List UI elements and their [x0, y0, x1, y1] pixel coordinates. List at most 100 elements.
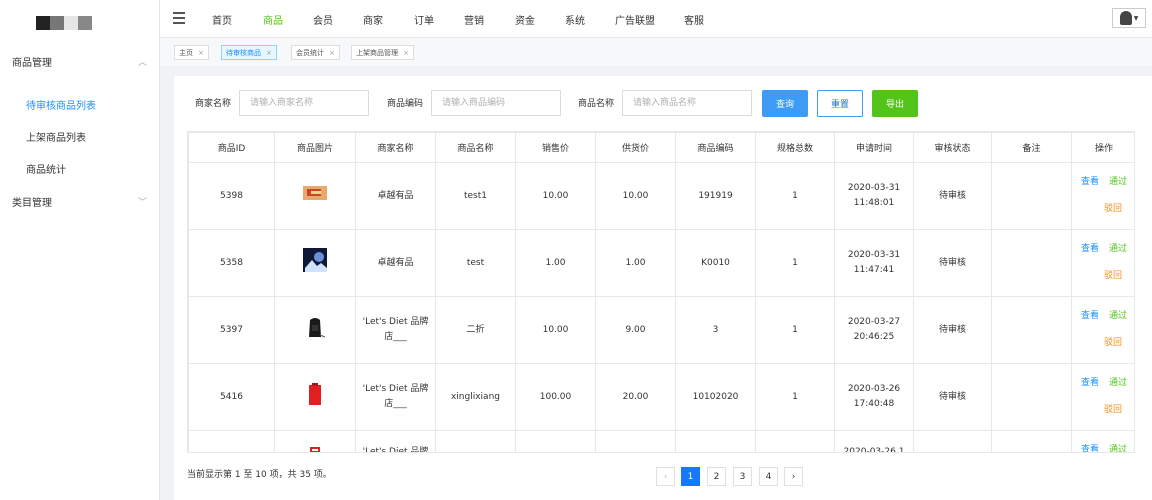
cell-image — [274, 162, 356, 230]
merchant-name-input[interactable] — [239, 90, 369, 116]
column-header: 规格总数 — [755, 132, 835, 163]
prev-page-button[interactable]: ‹ — [656, 467, 675, 486]
reset-button[interactable]: 重置 — [817, 90, 863, 117]
cell-price — [515, 430, 596, 452]
tab-home[interactable]: 主页 × — [174, 45, 209, 60]
cell-note — [991, 363, 1072, 431]
cell-actions: 查看 通过 — [1071, 430, 1134, 452]
next-page-button[interactable]: › — [784, 467, 803, 486]
close-icon[interactable]: × — [329, 49, 335, 57]
reject-link[interactable]: 驳回 — [1104, 403, 1122, 418]
product-code-input[interactable] — [431, 90, 561, 116]
approve-link[interactable]: 通过 — [1109, 309, 1127, 324]
view-link[interactable]: 查看 — [1081, 376, 1099, 391]
tab-listed-products[interactable]: 上架商品管理 × — [351, 45, 414, 60]
cell-image — [274, 363, 356, 431]
cell-merchant: 'Let's Diet 品牌店___ — [355, 363, 436, 431]
page-button-3[interactable]: 3 — [733, 467, 752, 486]
cell-supply: 1.00 — [595, 229, 676, 297]
nav-item-order[interactable]: 订单 — [414, 12, 434, 27]
nav-item-marketing[interactable]: 营销 — [464, 12, 484, 27]
column-header: 商品名称 — [435, 132, 516, 163]
cell-time: 2020-03-31 11:48:01 — [834, 162, 914, 230]
nav-item-home[interactable]: 首页 — [212, 12, 232, 27]
approve-link[interactable]: 通过 — [1109, 175, 1127, 190]
approve-link[interactable]: 通过 — [1109, 376, 1127, 391]
menu-group-category[interactable]: 类目管理 ﹀ — [0, 186, 159, 216]
logo — [0, 0, 159, 46]
nav-item-product[interactable]: 商品 — [263, 12, 283, 27]
avatar[interactable]: ▼ — [1112, 8, 1146, 28]
cell-id: 5358 — [188, 229, 275, 297]
cell-supply: 9.00 — [595, 296, 676, 364]
page-button-4[interactable]: 4 — [759, 467, 778, 486]
sidebar-item-product-stats[interactable]: 商品统计 — [0, 152, 159, 184]
product-name-label: 商品名称 — [578, 99, 615, 109]
orange-card-thumb — [303, 186, 327, 200]
tab-member-stats[interactable]: 会员统计 × — [291, 45, 340, 60]
approve-link[interactable]: 通过 — [1109, 443, 1127, 452]
column-header: 供货价 — [595, 132, 676, 163]
cell-price: 10.00 — [515, 296, 596, 364]
nav-item-member[interactable]: 会员 — [313, 12, 333, 27]
cell-note — [991, 229, 1072, 297]
menu-group-product[interactable]: 商品管理 ︿ — [0, 46, 159, 76]
export-button[interactable]: 导出 — [872, 90, 918, 117]
column-header: 销售价 — [515, 132, 596, 163]
column-header: 商品ID — [188, 132, 275, 163]
close-icon[interactable]: × — [403, 49, 409, 57]
view-link[interactable]: 查看 — [1081, 309, 1099, 324]
reject-link[interactable]: 驳回 — [1104, 269, 1122, 284]
table-row: 5416 'Let's Diet 品牌店___ xinglixiang 100.… — [188, 363, 1134, 431]
cell-actions: 查看 通过 驳回 — [1071, 162, 1134, 230]
cell-specs — [755, 430, 835, 452]
cell-actions: 查看 通过 驳回 — [1071, 229, 1134, 297]
cell-time: 2020-03-26 1 — [834, 430, 914, 452]
reject-link[interactable]: 驳回 — [1104, 202, 1122, 217]
table-row: 5397 'Let's Diet 品牌店___ 二折 10.00 9.00 3 … — [188, 296, 1134, 364]
top-nav: 首页 商品 会员 商家 订单 营销 资金 系统 广告联盟 客服 ▼ — [160, 0, 1152, 38]
view-link[interactable]: 查看 — [1081, 175, 1099, 190]
menu-toggle-icon[interactable] — [173, 12, 185, 24]
products-table: 商品ID 商品图片 商家名称 商品名称 销售价 供货价 商品编码 规格总数 申请… — [187, 131, 1135, 453]
cell-image — [274, 296, 356, 364]
cell-code: 3 — [675, 296, 756, 364]
merchant-name-label: 商家名称 — [195, 99, 232, 109]
cell-name: xinglixiang — [435, 363, 516, 431]
close-icon[interactable]: × — [198, 49, 204, 57]
cell-merchant: 卓越有品 — [355, 229, 436, 297]
tab-label: 会员统计 — [296, 48, 324, 57]
nav-item-ad-alliance[interactable]: 广告联盟 — [615, 12, 655, 27]
tab-label: 主页 — [179, 48, 193, 57]
cell-merchant: 'Let's Diet 品牌店___ — [355, 296, 436, 364]
nav-item-service[interactable]: 客服 — [684, 12, 704, 27]
column-header: 备注 — [991, 132, 1072, 163]
page-button-1[interactable]: 1 — [681, 467, 700, 486]
sidebar-item-listed-products[interactable]: 上架商品列表 — [0, 120, 159, 152]
cell-actions: 查看 通过 驳回 — [1071, 296, 1134, 364]
tab-pending-products[interactable]: 待审核商品 × — [221, 45, 277, 60]
close-icon[interactable]: × — [266, 49, 272, 57]
view-link[interactable]: 查看 — [1081, 242, 1099, 257]
cell-supply: 20.00 — [595, 363, 676, 431]
view-link[interactable]: 查看 — [1081, 443, 1099, 452]
approve-link[interactable]: 通过 — [1109, 242, 1127, 257]
menu-group-label: 商品管理 — [12, 57, 52, 69]
cell-specs: 1 — [755, 363, 835, 431]
cell-status — [913, 430, 992, 452]
sidebar-item-pending-products[interactable]: 待审核商品列表 — [0, 88, 159, 120]
product-name-input[interactable] — [622, 90, 752, 116]
pagination-info: 当前显示第 1 至 10 项，共 35 项。 — [187, 470, 332, 480]
cell-supply — [595, 430, 676, 452]
nav-item-merchant[interactable]: 商家 — [363, 12, 383, 27]
reject-link[interactable]: 驳回 — [1104, 336, 1122, 351]
cell-status: 待审核 — [913, 162, 992, 230]
page-button-2[interactable]: 2 — [707, 467, 726, 486]
cell-id: 5398 — [188, 162, 275, 230]
nav-item-funds[interactable]: 资金 — [515, 12, 535, 27]
cell-specs: 1 — [755, 296, 835, 364]
chevron-down-icon: ﹀ — [137, 197, 147, 208]
column-header: 商品编码 — [675, 132, 756, 163]
nav-item-system[interactable]: 系统 — [565, 12, 585, 27]
query-button[interactable]: 查询 — [762, 90, 808, 117]
